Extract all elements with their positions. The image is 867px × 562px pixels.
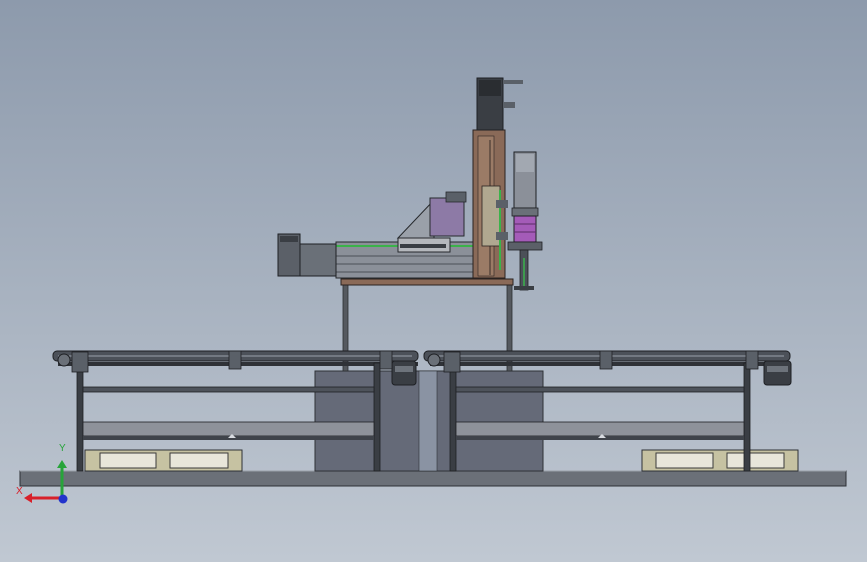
machine-table[interactable] bbox=[340, 278, 514, 286]
triad-y-label: Y bbox=[59, 443, 66, 454]
triad-x-label: X bbox=[16, 486, 23, 497]
pallet-right[interactable] bbox=[641, 449, 799, 472]
triad-z-axis bbox=[58, 494, 68, 504]
triad-x-arrowhead bbox=[24, 493, 32, 503]
base-plate[interactable] bbox=[19, 470, 847, 487]
graphics-viewport[interactable]: Y X bbox=[0, 0, 867, 562]
x-axis-motor[interactable] bbox=[277, 233, 337, 277]
pallet-left[interactable] bbox=[84, 449, 243, 472]
z-axis-column[interactable] bbox=[472, 129, 508, 279]
center-pedestal[interactable] bbox=[314, 370, 544, 472]
tool-head[interactable] bbox=[507, 151, 543, 291]
x-axis-module[interactable] bbox=[335, 237, 479, 279]
cad-assembly-view[interactable] bbox=[0, 0, 867, 562]
triad-y-arrowhead bbox=[57, 460, 67, 468]
z-axis-motor[interactable] bbox=[476, 77, 523, 131]
gusset-bracket[interactable] bbox=[396, 191, 467, 239]
